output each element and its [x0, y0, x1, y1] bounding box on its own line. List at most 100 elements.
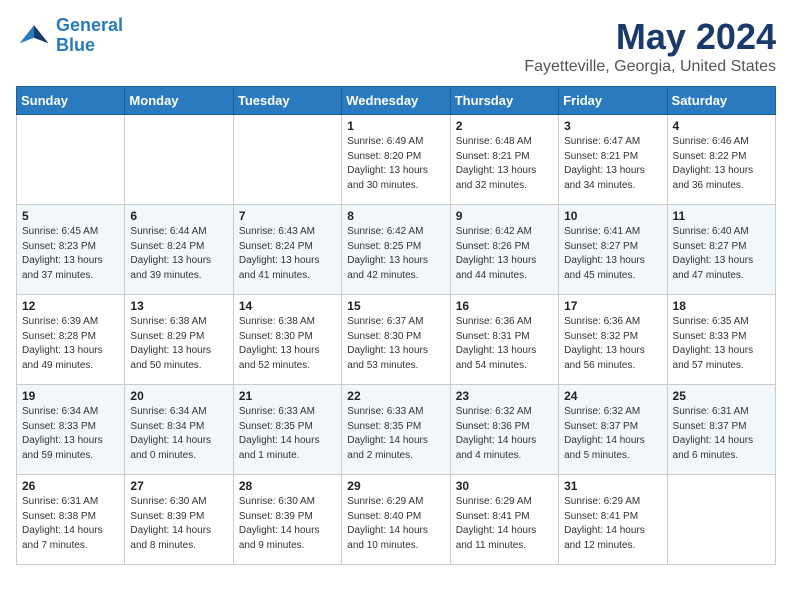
calendar-cell: 11 Sunrise: 6:40 AM Sunset: 8:27 PM Dayli… [667, 205, 775, 295]
day-number: 4 [673, 119, 770, 133]
day-number: 18 [673, 299, 770, 313]
day-number: 2 [456, 119, 553, 133]
calendar-cell: 17 Sunrise: 6:36 AM Sunset: 8:32 PM Dayli… [559, 295, 667, 385]
calendar-cell: 8 Sunrise: 6:42 AM Sunset: 8:25 PM Daylig… [342, 205, 450, 295]
day-info: Sunrise: 6:42 AM Sunset: 8:25 PM Dayligh… [347, 225, 444, 283]
week-row-5: 26 Sunrise: 6:31 AM Sunset: 8:38 PM Dayli… [17, 475, 776, 565]
day-info: Sunrise: 6:31 AM Sunset: 8:38 PM Dayligh… [22, 495, 119, 553]
day-info: Sunrise: 6:29 AM Sunset: 8:41 PM Dayligh… [564, 495, 661, 553]
day-info: Sunrise: 6:42 AM Sunset: 8:26 PM Dayligh… [456, 225, 553, 283]
day-info: Sunrise: 6:43 AM Sunset: 8:24 PM Dayligh… [239, 225, 336, 283]
calendar-cell: 4 Sunrise: 6:46 AM Sunset: 8:22 PM Daylig… [667, 115, 775, 205]
page-title: May 2024 [524, 16, 776, 58]
day-info: Sunrise: 6:30 AM Sunset: 8:39 PM Dayligh… [130, 495, 227, 553]
day-info: Sunrise: 6:33 AM Sunset: 8:35 PM Dayligh… [347, 405, 444, 463]
day-info: Sunrise: 6:32 AM Sunset: 8:37 PM Dayligh… [564, 405, 661, 463]
calendar-cell [233, 115, 341, 205]
day-number: 11 [673, 209, 770, 223]
calendar-cell: 14Sunrise: 6:38 AM Sunset: 8:30 PM Dayli… [233, 295, 341, 385]
calendar-cell: 25 Sunrise: 6:31 AM Sunset: 8:37 PM Dayli… [667, 385, 775, 475]
day-info: Sunrise: 6:35 AM Sunset: 8:33 PM Dayligh… [673, 315, 770, 373]
day-info: Sunrise: 6:36 AM Sunset: 8:31 PM Dayligh… [456, 315, 553, 373]
col-header-tuesday: Tuesday [233, 87, 341, 115]
day-number: 12 [22, 299, 119, 313]
day-info: Sunrise: 6:29 AM Sunset: 8:41 PM Dayligh… [456, 495, 553, 553]
calendar-header-row: SundayMondayTuesdayWednesdayThursdayFrid… [17, 87, 776, 115]
day-number: 31 [564, 479, 661, 493]
calendar-cell: 22 Sunrise: 6:33 AM Sunset: 8:35 PM Dayli… [342, 385, 450, 475]
day-info: Sunrise: 6:34 AM Sunset: 8:34 PM Dayligh… [130, 405, 227, 463]
day-number: 5 [22, 209, 119, 223]
day-number: 19 [22, 389, 119, 403]
day-info: Sunrise: 6:47 AM Sunset: 8:21 PM Dayligh… [564, 135, 661, 193]
day-info: Sunrise: 6:48 AM Sunset: 8:21 PM Dayligh… [456, 135, 553, 193]
day-info: Sunrise: 6:41 AM Sunset: 8:27 PM Dayligh… [564, 225, 661, 283]
day-info: Sunrise: 6:37 AM Sunset: 8:30 PM Dayligh… [347, 315, 444, 373]
calendar-cell: 30 Sunrise: 6:29 AM Sunset: 8:41 PM Dayli… [450, 475, 558, 565]
calendar-cell: 21Sunrise: 6:33 AM Sunset: 8:35 PM Dayli… [233, 385, 341, 475]
calendar-cell: 13Sunrise: 6:38 AM Sunset: 8:29 PM Dayli… [125, 295, 233, 385]
col-header-thursday: Thursday [450, 87, 558, 115]
day-number: 25 [673, 389, 770, 403]
calendar-cell: 12 Sunrise: 6:39 AM Sunset: 8:28 PM Dayli… [17, 295, 125, 385]
calendar-cell [667, 475, 775, 565]
day-number: 9 [456, 209, 553, 223]
page-header: General Blue May 2024 Fayetteville, Geor… [16, 16, 776, 76]
title-block: May 2024 Fayetteville, Georgia, United S… [524, 16, 776, 76]
day-number: 8 [347, 209, 444, 223]
calendar-cell [17, 115, 125, 205]
calendar-cell: 10 Sunrise: 6:41 AM Sunset: 8:27 PM Dayli… [559, 205, 667, 295]
day-number: 28 [239, 479, 336, 493]
calendar-cell: 1Sunrise: 6:49 AM Sunset: 8:20 PM Daylig… [342, 115, 450, 205]
calendar-cell: 18 Sunrise: 6:35 AM Sunset: 8:33 PM Dayli… [667, 295, 775, 385]
calendar-cell: 19 Sunrise: 6:34 AM Sunset: 8:33 PM Dayli… [17, 385, 125, 475]
week-row-1: 1Sunrise: 6:49 AM Sunset: 8:20 PM Daylig… [17, 115, 776, 205]
calendar-cell: 9 Sunrise: 6:42 AM Sunset: 8:26 PM Daylig… [450, 205, 558, 295]
calendar-cell: 29Sunrise: 6:29 AM Sunset: 8:40 PM Dayli… [342, 475, 450, 565]
calendar-cell: 20 Sunrise: 6:34 AM Sunset: 8:34 PM Dayli… [125, 385, 233, 475]
day-info: Sunrise: 6:40 AM Sunset: 8:27 PM Dayligh… [673, 225, 770, 283]
day-number: 22 [347, 389, 444, 403]
calendar-cell: 5 Sunrise: 6:45 AM Sunset: 8:23 PM Daylig… [17, 205, 125, 295]
day-info: Sunrise: 6:31 AM Sunset: 8:37 PM Dayligh… [673, 405, 770, 463]
calendar-cell: 2 Sunrise: 6:48 AM Sunset: 8:21 PM Daylig… [450, 115, 558, 205]
col-header-saturday: Saturday [667, 87, 775, 115]
calendar-cell [125, 115, 233, 205]
col-header-monday: Monday [125, 87, 233, 115]
day-info: Sunrise: 6:30 AM Sunset: 8:39 PM Dayligh… [239, 495, 336, 553]
day-info: Sunrise: 6:29 AM Sunset: 8:40 PM Dayligh… [347, 495, 444, 553]
day-number: 30 [456, 479, 553, 493]
calendar-cell: 23Sunrise: 6:32 AM Sunset: 8:36 PM Dayli… [450, 385, 558, 475]
day-number: 16 [456, 299, 553, 313]
calendar-cell: 26 Sunrise: 6:31 AM Sunset: 8:38 PM Dayli… [17, 475, 125, 565]
day-info: Sunrise: 6:33 AM Sunset: 8:35 PM Dayligh… [239, 405, 336, 463]
col-header-sunday: Sunday [17, 87, 125, 115]
day-number: 10 [564, 209, 661, 223]
calendar-cell: 27 Sunrise: 6:30 AM Sunset: 8:39 PM Dayli… [125, 475, 233, 565]
col-header-friday: Friday [559, 87, 667, 115]
week-row-3: 12 Sunrise: 6:39 AM Sunset: 8:28 PM Dayli… [17, 295, 776, 385]
day-number: 7 [239, 209, 336, 223]
calendar-cell: 16 Sunrise: 6:36 AM Sunset: 8:31 PM Dayli… [450, 295, 558, 385]
col-header-wednesday: Wednesday [342, 87, 450, 115]
day-info: Sunrise: 6:44 AM Sunset: 8:24 PM Dayligh… [130, 225, 227, 283]
day-number: 17 [564, 299, 661, 313]
calendar-cell: 24 Sunrise: 6:32 AM Sunset: 8:37 PM Dayli… [559, 385, 667, 475]
day-number: 20 [130, 389, 227, 403]
day-number: 24 [564, 389, 661, 403]
logo-icon [16, 18, 52, 54]
day-number: 27 [130, 479, 227, 493]
day-number: 1 [347, 119, 444, 133]
logo: General Blue [16, 16, 123, 56]
calendar-cell: 7 Sunrise: 6:43 AM Sunset: 8:24 PM Daylig… [233, 205, 341, 295]
day-number: 26 [22, 479, 119, 493]
calendar-table: SundayMondayTuesdayWednesdayThursdayFrid… [16, 86, 776, 565]
day-info: Sunrise: 6:45 AM Sunset: 8:23 PM Dayligh… [22, 225, 119, 283]
calendar-cell: 31 Sunrise: 6:29 AM Sunset: 8:41 PM Dayli… [559, 475, 667, 565]
day-number: 6 [130, 209, 227, 223]
day-info: Sunrise: 6:38 AM Sunset: 8:29 PM Dayligh… [130, 315, 227, 373]
day-info: Sunrise: 6:46 AM Sunset: 8:22 PM Dayligh… [673, 135, 770, 193]
day-info: Sunrise: 6:39 AM Sunset: 8:28 PM Dayligh… [22, 315, 119, 373]
day-info: Sunrise: 6:34 AM Sunset: 8:33 PM Dayligh… [22, 405, 119, 463]
day-info: Sunrise: 6:36 AM Sunset: 8:32 PM Dayligh… [564, 315, 661, 373]
